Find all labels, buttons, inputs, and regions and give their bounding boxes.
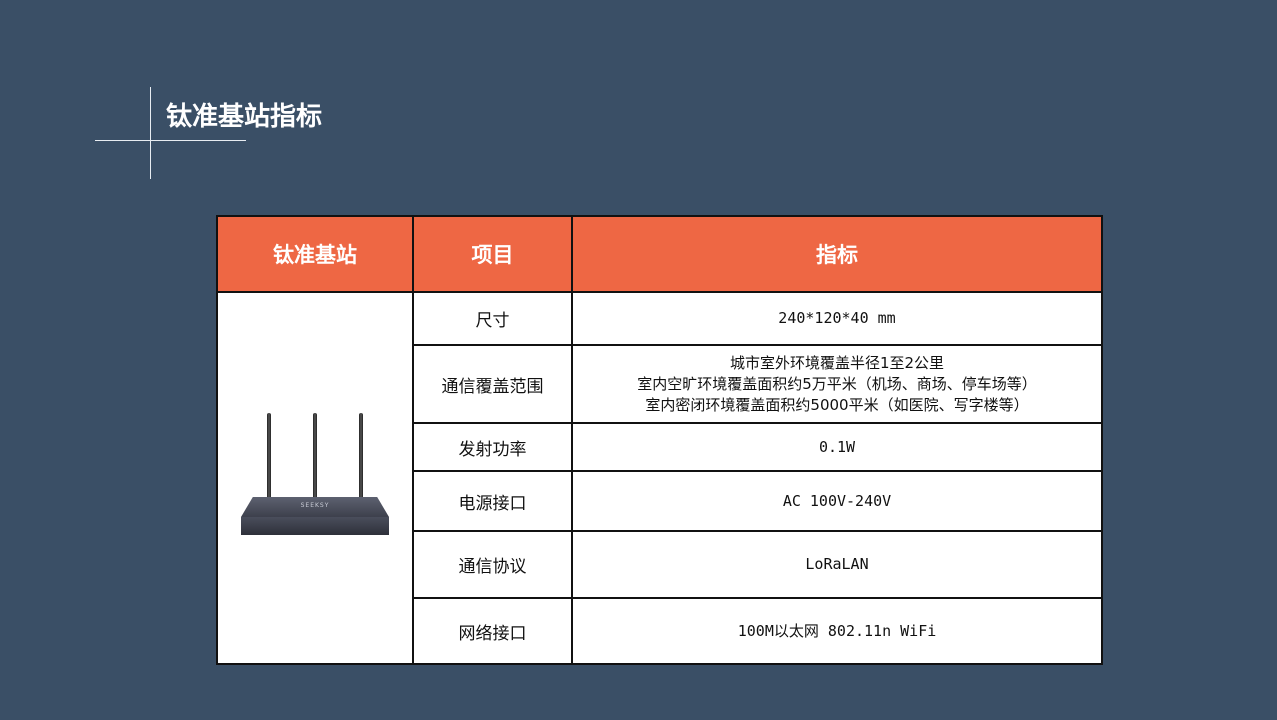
header-spec: 指标 bbox=[571, 215, 1103, 293]
value-line: 室内空旷环境覆盖面积约5万平米（机场、商场、停车场等） bbox=[637, 374, 1037, 393]
router-body-front bbox=[241, 517, 389, 535]
value-line: LoRaLAN bbox=[805, 555, 869, 573]
page-title: 钛准基站指标 bbox=[166, 102, 323, 132]
item-cell: 尺寸 bbox=[412, 291, 573, 346]
title-decoration-vertical-line bbox=[150, 87, 151, 179]
spec-table: 钛准基站 项目 指标 SEEKSY 尺寸 240*120*40 mm 通信覆盖范… bbox=[216, 215, 1103, 665]
value-cell: AC 100V-240V bbox=[571, 470, 1103, 532]
header-device: 钛准基站 bbox=[216, 215, 414, 293]
value-cell: 100M以太网 802.11n WiFi bbox=[571, 597, 1103, 665]
router-image: SEEKSY bbox=[235, 413, 395, 543]
antenna-middle bbox=[313, 413, 317, 505]
header-item: 项目 bbox=[412, 215, 573, 293]
value-line: 0.1W bbox=[818, 437, 856, 456]
device-image-cell: SEEKSY bbox=[216, 291, 414, 665]
value-line: 室内密闭环境覆盖面积约5000平米（如医院、写字楼等） bbox=[645, 395, 1029, 414]
item-cell: 网络接口 bbox=[412, 597, 573, 665]
value-line: AC 100V-240V bbox=[782, 491, 892, 510]
antenna-left bbox=[267, 413, 271, 505]
antenna-right bbox=[359, 413, 363, 505]
table-row: SEEKSY 尺寸 240*120*40 mm bbox=[216, 291, 1103, 665]
item-cell: 通信协议 bbox=[412, 530, 573, 599]
router-logo: SEEKSY bbox=[300, 502, 330, 509]
title-decoration-horizontal-line bbox=[95, 140, 246, 141]
table-header-row: 钛准基站 项目 指标 bbox=[216, 215, 1103, 293]
value-cell: 城市室外环境覆盖半径1至2公里 室内空旷环境覆盖面积约5万平米（机场、商场、停车… bbox=[571, 344, 1103, 424]
item-cell: 电源接口 bbox=[412, 470, 573, 532]
value-line: 城市室外环境覆盖半径1至2公里 bbox=[729, 353, 945, 372]
item-cell: 通信覆盖范围 bbox=[412, 344, 573, 424]
value-cell: LoRaLAN bbox=[571, 530, 1103, 599]
item-cell: 发射功率 bbox=[412, 422, 573, 472]
value-cell: 0.1W bbox=[571, 422, 1103, 472]
value-line: 100M以太网 802.11n WiFi bbox=[737, 621, 937, 640]
value-cell: 240*120*40 mm bbox=[571, 291, 1103, 346]
value-line: 240*120*40 mm bbox=[778, 309, 896, 327]
